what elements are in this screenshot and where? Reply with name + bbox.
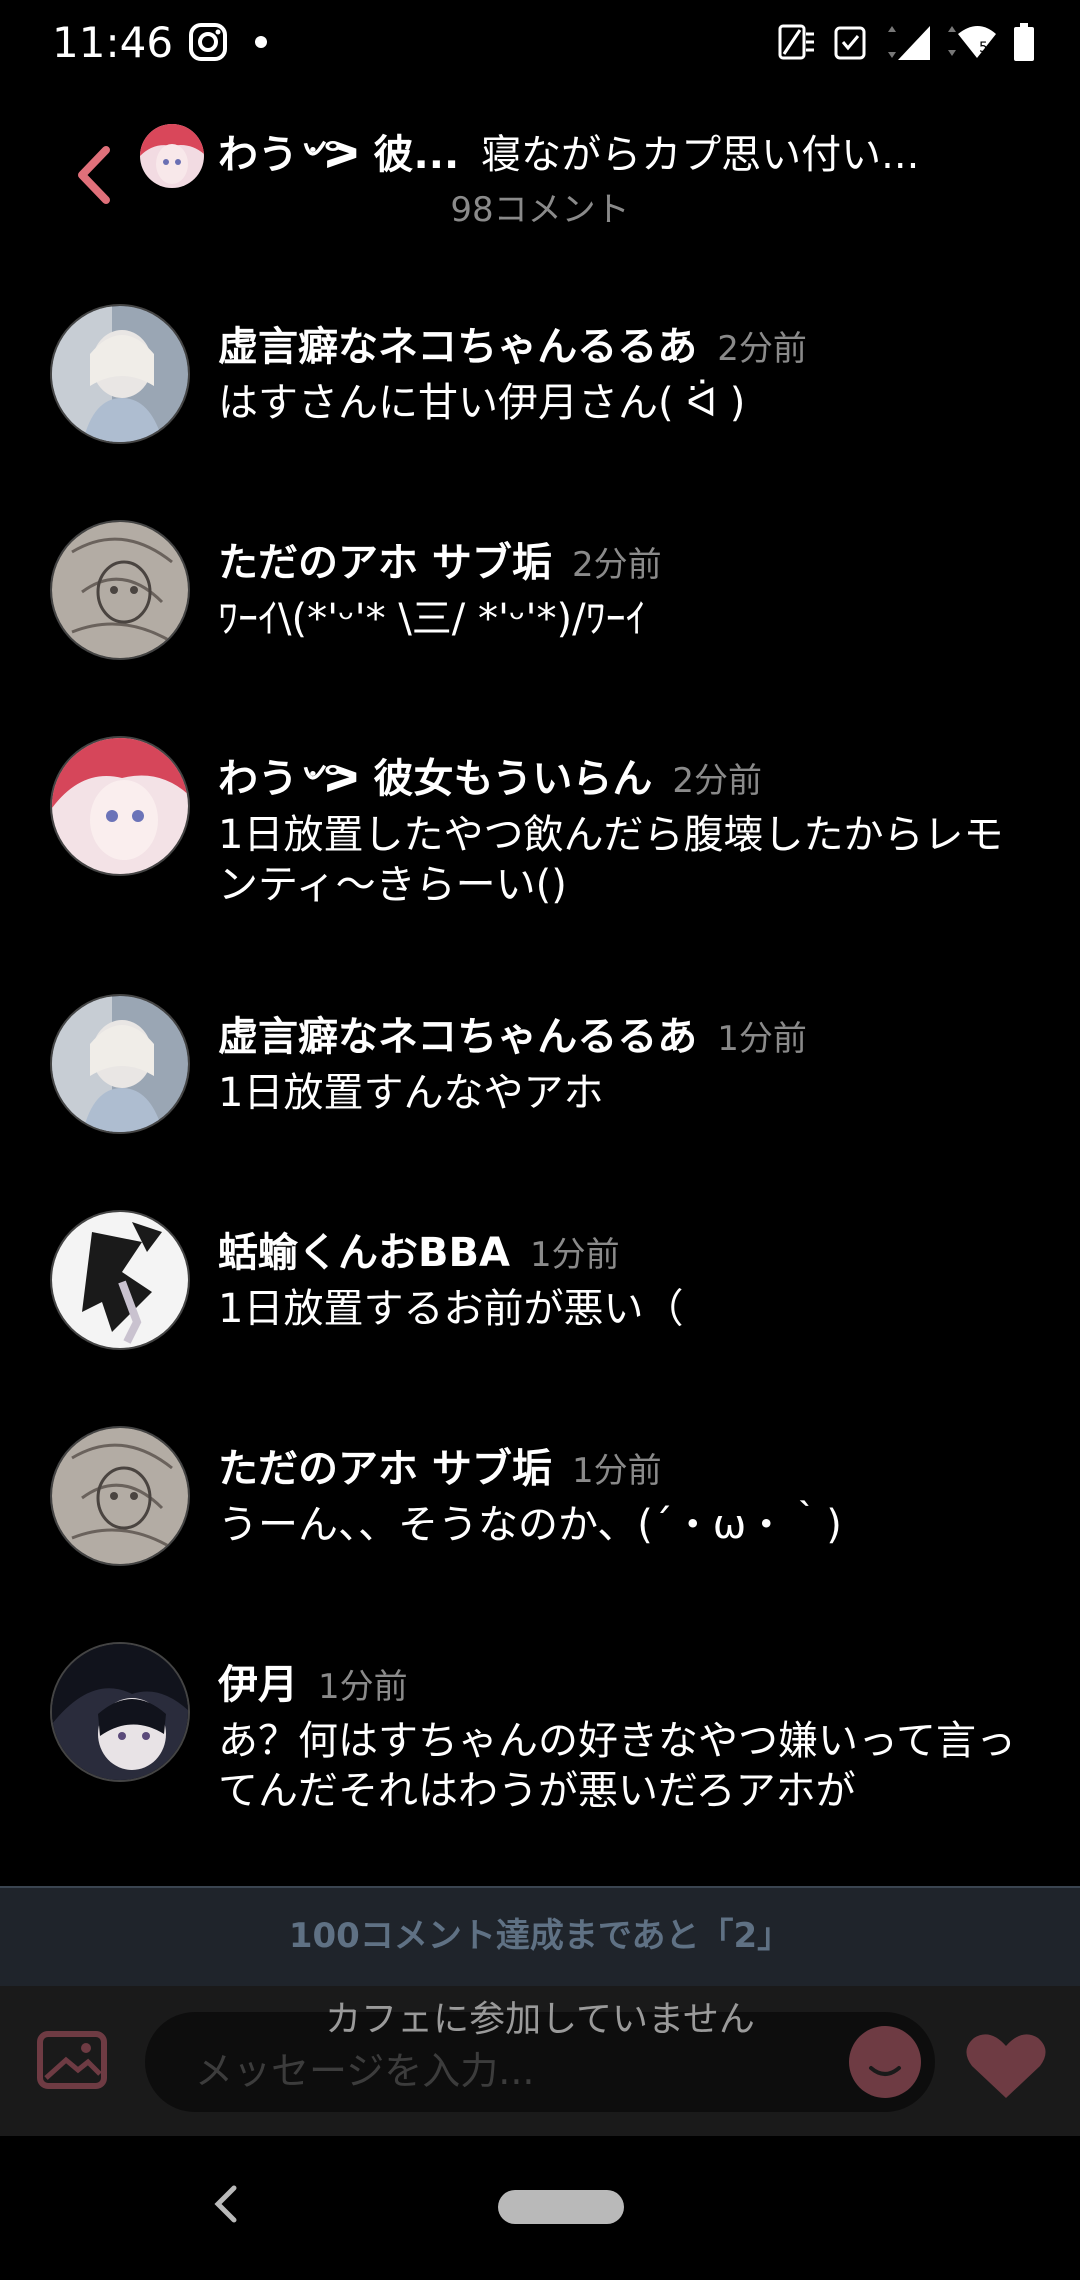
- dot-icon: [255, 36, 267, 48]
- comment-text: はすさんに甘い伊月さん( ᐛ ): [218, 380, 746, 426]
- user-avatar[interactable]: [50, 1642, 190, 1782]
- user-avatar[interactable]: [50, 736, 190, 876]
- comment-text: うーん、、そうなのか、(´・ω・｀): [218, 1502, 842, 1548]
- comment-author[interactable]: ただのアホ サブ垢: [218, 1446, 552, 1492]
- comment-text: 1日放置すんなやアホ: [218, 1070, 604, 1116]
- status-time: 11:46: [52, 18, 174, 67]
- comment-time: 1分前: [571, 1451, 662, 1491]
- nav-back-icon[interactable]: [206, 2174, 246, 2234]
- user-avatar[interactable]: [50, 1426, 190, 1566]
- svg-text:5: 5: [979, 40, 988, 56]
- status-bar: 11:46 5: [0, 0, 1080, 92]
- battery-icon: [1014, 23, 1034, 61]
- comment-time: 2分前: [672, 761, 762, 801]
- poster-avatar[interactable]: [140, 124, 204, 188]
- comment-author[interactable]: 虚言癖なネコちゃんるるあ: [218, 1014, 697, 1060]
- wifi-icon: 5: [948, 26, 996, 58]
- battery-saver-icon: [834, 26, 866, 60]
- system-nav-bar: [0, 2136, 1080, 2280]
- comment-time: 1分前: [717, 1019, 807, 1059]
- comment-text: 1日放置するお前が悪い（: [218, 1286, 684, 1332]
- comment-text: ﾜｰｲ\(*'ᵕ'* \三/ *'ᵕ'*)/ﾜｰｲ: [218, 596, 646, 642]
- comment-author[interactable]: 虚言癖なネコちゃんるるあ: [218, 324, 697, 370]
- nav-home-pill[interactable]: [498, 2190, 624, 2224]
- comment-time: 2分前: [571, 545, 662, 585]
- poster-name: わう৺ᕗ 彼...: [218, 132, 460, 178]
- input-placeholder: メッセージを入力...: [195, 2049, 535, 2093]
- comment-count: 98コメント: [450, 190, 630, 230]
- comment-author[interactable]: ただのアホ サブ垢: [218, 540, 552, 586]
- comment-time: 2分前: [717, 329, 807, 369]
- comment-text: 1日放置したやつ飲んだら腹壊したからレモンティ〜きらーい(): [218, 812, 1004, 908]
- signal-icon: [888, 26, 930, 60]
- comment-text: あ？何はすちゃんの好きなやつ嫌いって言ってんだそれはわうが悪いだろアホが: [218, 1718, 1016, 1814]
- comment-time: 1分前: [529, 1235, 620, 1275]
- instagram-icon: [189, 23, 227, 61]
- milestone-banner: 100コメント達成まであと「2」: [0, 1886, 1080, 1986]
- comment-author[interactable]: 蛞蝓くんおBBA: [218, 1230, 510, 1276]
- comment-author[interactable]: わう৺ᕗ 彼女もういらん: [218, 756, 652, 802]
- not-joined-notice: カフェに参加していません: [325, 1999, 755, 2040]
- comment-author[interactable]: 伊月: [218, 1662, 298, 1708]
- user-avatar[interactable]: [50, 304, 190, 444]
- user-avatar[interactable]: [50, 520, 190, 660]
- user-avatar[interactable]: [50, 994, 190, 1134]
- comment-time: 1分前: [318, 1667, 408, 1707]
- nfc-icon: [778, 24, 814, 60]
- thread-header: わう৺ᕗ 彼... 寝ながらカプ思い付い... 98コメント: [0, 100, 1080, 240]
- post-title: 寝ながらカプ思い付い...: [481, 132, 920, 178]
- thread-title[interactable]: わう৺ᕗ 彼... 寝ながらカプ思い付い...: [218, 122, 1018, 190]
- user-avatar[interactable]: [50, 1210, 190, 1350]
